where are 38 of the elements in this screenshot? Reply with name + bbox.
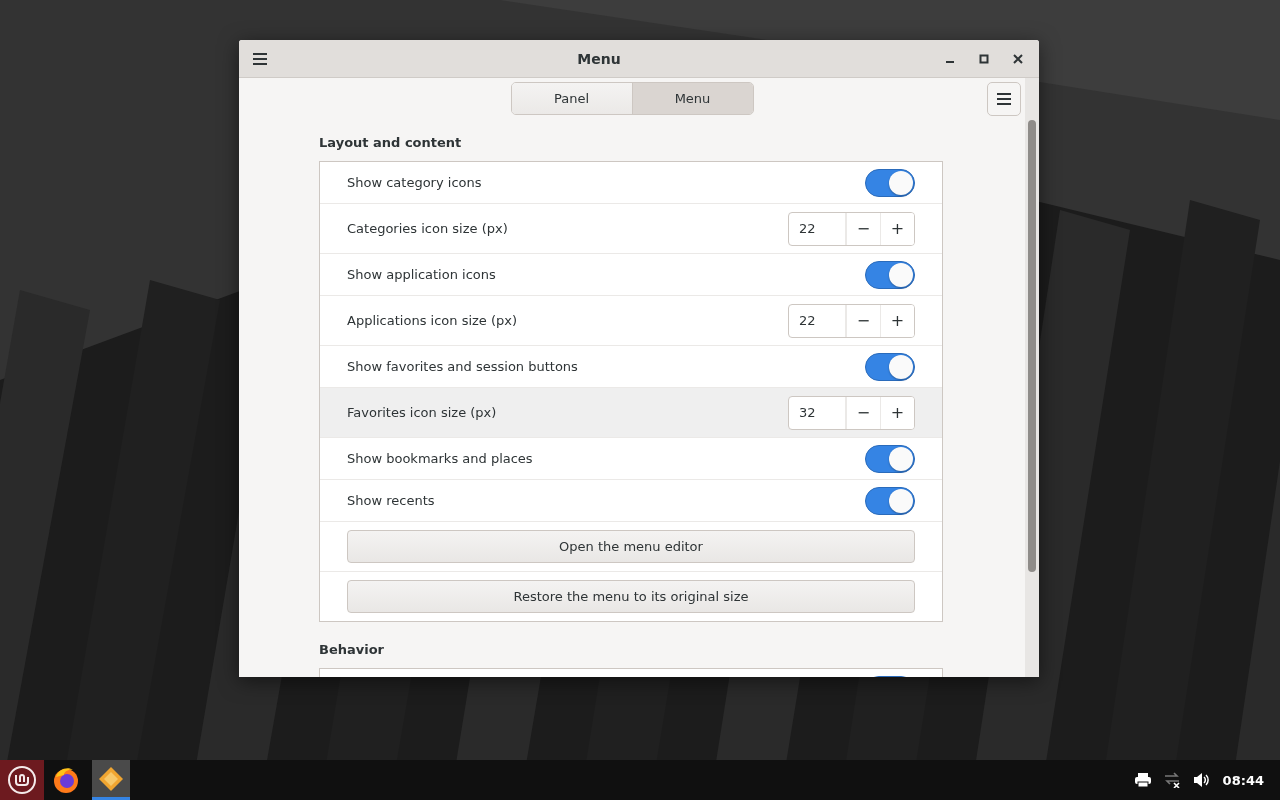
setting-label: Favorites icon size (px) bbox=[347, 405, 497, 420]
hamburger-icon bbox=[996, 92, 1012, 106]
increment-button[interactable]: + bbox=[880, 396, 914, 429]
menu-button[interactable] bbox=[987, 82, 1021, 116]
tab[interactable]: Menu bbox=[631, 83, 753, 114]
spin-button[interactable]: 22 − + bbox=[788, 303, 915, 338]
toggle-switch[interactable] bbox=[865, 444, 915, 473]
spin-button[interactable]: 22 − + bbox=[788, 211, 915, 246]
setting-label: Show recents bbox=[347, 493, 435, 508]
setting-label: Show bookmarks and places bbox=[347, 451, 533, 466]
network-disconnected-icon[interactable] bbox=[1162, 772, 1181, 788]
section-title: Layout and content bbox=[319, 135, 463, 150]
setting-label: Applications icon size (px) bbox=[347, 313, 518, 328]
section-title: Behavior bbox=[319, 642, 386, 657]
tab[interactable]: Panel bbox=[511, 83, 632, 114]
volume-icon[interactable] bbox=[1192, 772, 1211, 788]
increment-button[interactable]: + bbox=[880, 212, 914, 245]
setting-label: Categories icon size (px) bbox=[347, 221, 508, 236]
toggle-switch[interactable] bbox=[865, 352, 915, 381]
clock[interactable]: 08:44 bbox=[1222, 772, 1264, 788]
menu-icon bbox=[252, 51, 268, 66]
printer-icon[interactable] bbox=[1134, 773, 1151, 787]
setting-label: Show favorites and session buttons bbox=[347, 359, 578, 374]
setting-label: Show application icons bbox=[347, 267, 496, 282]
close-icon[interactable] bbox=[1013, 53, 1023, 64]
toggle-switch[interactable] bbox=[865, 168, 915, 197]
mint-menu-icon[interactable] bbox=[0, 760, 44, 800]
toggle-switch[interactable] bbox=[865, 260, 915, 289]
settings-app-icon[interactable] bbox=[92, 760, 130, 800]
increment-button[interactable]: + bbox=[880, 304, 914, 337]
toggle-switch[interactable] bbox=[865, 486, 915, 515]
action-button[interactable]: Open the menu editor bbox=[347, 530, 915, 563]
scrollbar[interactable] bbox=[1025, 78, 1039, 677]
setting-label: Show category icons bbox=[347, 175, 482, 190]
action-button[interactable]: Restore the menu to its original size bbox=[347, 580, 915, 613]
window-title: Menu bbox=[576, 50, 622, 67]
spin-button[interactable]: 32 − + bbox=[788, 395, 915, 430]
maximize-icon[interactable] bbox=[979, 53, 989, 64]
